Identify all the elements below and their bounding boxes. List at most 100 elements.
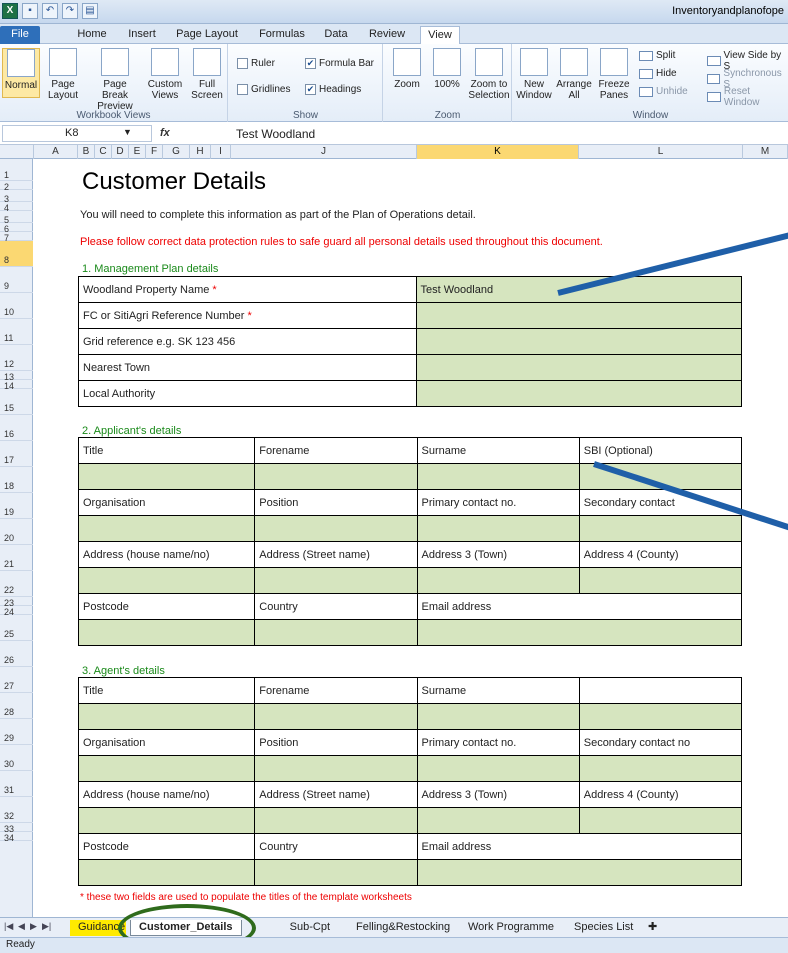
field-input[interactable] [77,567,256,594]
row-header[interactable]: 11 [0,319,33,345]
row-header[interactable]: 1 [0,159,33,181]
zoom-to-selection-button[interactable]: Zoom to Selection [468,48,510,101]
row-header[interactable]: 28 [0,693,33,719]
field-input[interactable] [415,354,742,381]
zoom-button[interactable]: Zoom [388,48,426,90]
tab-page-layout[interactable]: Page Layout [172,26,242,44]
row-header[interactable]: 9 [0,267,33,293]
field-input[interactable] [254,567,418,594]
row-header[interactable]: 15 [0,389,33,415]
row-header[interactable]: 12 [0,345,33,371]
name-box-dropdown-icon[interactable]: ▼ [123,127,132,137]
function-icon[interactable]: fx [160,127,170,139]
full-screen-button[interactable]: Full Screen [188,48,226,101]
row-header[interactable]: 30 [0,745,33,771]
field-input[interactable] [416,567,580,594]
first-sheet-icon[interactable]: |◀ [4,921,13,932]
column-header[interactable]: C [95,145,112,159]
field-input[interactable] [77,703,256,730]
undo-icon[interactable]: ↶ [42,3,58,19]
arrange-all-button[interactable]: Arrange All [555,48,593,101]
formula-input[interactable]: Test Woodland [236,127,315,141]
row-header[interactable]: 7 [0,232,33,243]
sheet-tab-felling-restocking[interactable]: Felling&Restocking [348,920,458,936]
field-input[interactable] [77,859,256,886]
field-input[interactable] [416,755,580,782]
field-input[interactable] [415,302,742,329]
freeze-panes-button[interactable]: Freeze Panes [595,48,633,101]
row-header[interactable]: 21 [0,545,33,571]
row-header[interactable]: 6 [0,223,33,234]
column-header[interactable]: B [78,145,95,159]
row-header[interactable]: 27 [0,667,33,693]
field-input[interactable] [77,515,256,542]
column-header[interactable]: F [146,145,163,159]
row-header[interactable]: 8 [0,241,33,267]
headings-checkbox[interactable]: ✔ Headings [305,84,361,95]
field-input[interactable] [254,859,418,886]
field-input[interactable] [77,807,256,834]
row-header[interactable]: 32 [0,797,33,823]
tab-review[interactable]: Review [364,26,410,44]
row-header[interactable]: 4 [0,202,33,213]
reset-window-position-button[interactable]: Reset Window [707,86,788,108]
row-header[interactable]: 25 [0,615,33,641]
custom-views-button[interactable]: Custom Views [146,48,184,101]
unhide-button[interactable]: Unhide [639,86,688,97]
field-input[interactable] [578,807,743,834]
row-header[interactable]: 34 [0,832,33,843]
row-header[interactable]: 3 [0,190,33,204]
zoom-100-button[interactable]: 100% [428,48,466,90]
field-input[interactable] [416,807,580,834]
name-box[interactable]: K8 ▼ [2,125,152,142]
field-input[interactable] [415,328,742,355]
save-icon[interactable]: ▪ [22,3,38,19]
new-window-button[interactable]: New Window [515,48,553,101]
row-header[interactable]: 2 [0,181,33,192]
gridlines-checkbox[interactable]: Gridlines [237,84,290,95]
row-header[interactable]: 33 [0,823,33,834]
next-sheet-icon[interactable]: ▶ [30,921,37,932]
column-header[interactable]: M [743,145,788,159]
sheet-tab-sub-cpt-record[interactable]: Sub-Cpt Record [254,920,338,936]
field-input[interactable] [416,619,742,646]
row-header[interactable]: 19 [0,493,33,519]
field-input[interactable] [77,463,256,490]
row-header[interactable]: 29 [0,719,33,745]
row-header[interactable]: 16 [0,415,33,441]
tab-file[interactable]: File [0,26,40,44]
last-sheet-icon[interactable]: ▶| [42,921,51,932]
field-input[interactable] [254,463,418,490]
ruler-checkbox[interactable]: Ruler [237,58,275,69]
column-header[interactable]: H [190,145,211,159]
field-input[interactable] [77,619,256,646]
field-input[interactable] [416,859,742,886]
column-header[interactable]: A [34,145,78,159]
row-header[interactable]: 20 [0,519,33,545]
column-header[interactable]: I [211,145,231,159]
tab-view[interactable]: View [420,26,460,45]
field-input[interactable] [416,703,580,730]
row-header[interactable]: 26 [0,641,33,667]
column-header[interactable]: J [231,145,417,159]
split-button[interactable]: Split [639,50,675,61]
column-header[interactable]: L [579,145,743,159]
page-break-preview-button[interactable]: Page Break Preview [90,48,140,112]
formula-bar-checkbox[interactable]: ✔ Formula Bar [305,58,374,69]
row-header[interactable]: 23 [0,597,33,608]
row-header[interactable]: 22 [0,571,33,597]
row-header[interactable]: 13 [0,371,33,382]
field-input[interactable] [578,567,743,594]
row-header[interactable]: 10 [0,293,33,319]
tab-insert[interactable]: Insert [122,26,162,44]
field-input[interactable] [254,807,418,834]
row-header[interactable]: 24 [0,606,33,617]
field-input[interactable] [416,463,580,490]
row-header[interactable]: 18 [0,467,33,493]
row-header[interactable]: 31 [0,771,33,797]
tab-data[interactable]: Data [318,26,354,44]
page-layout-view-button[interactable]: Page Layout [44,48,82,101]
prev-sheet-icon[interactable]: ◀ [18,921,25,932]
row-header[interactable]: 5 [0,211,33,225]
field-input[interactable] [254,703,418,730]
